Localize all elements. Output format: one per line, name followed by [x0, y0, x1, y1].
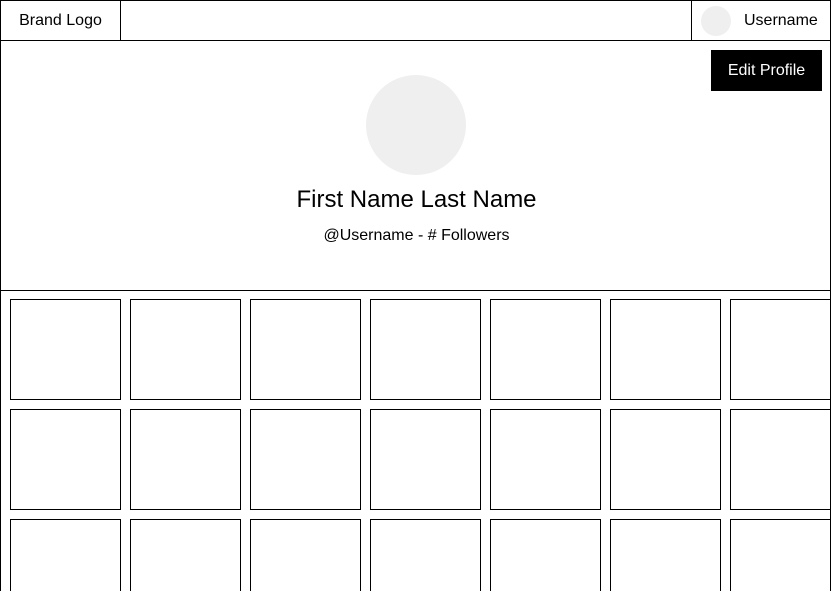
post-thumbnail[interactable] — [730, 519, 830, 591]
post-thumbnail[interactable] — [250, 299, 361, 400]
edit-profile-button[interactable]: Edit Profile — [711, 50, 822, 91]
avatar-small[interactable] — [701, 6, 731, 36]
post-thumbnail[interactable] — [490, 299, 601, 400]
post-thumbnail[interactable] — [10, 409, 121, 510]
post-thumbnail[interactable] — [10, 299, 121, 400]
post-thumbnail[interactable] — [610, 519, 721, 591]
profile-header: Edit Profile First Name Last Name @Usern… — [0, 40, 831, 291]
nav-username[interactable]: Username — [744, 11, 818, 31]
post-thumbnail[interactable] — [130, 299, 241, 400]
post-thumbnail[interactable] — [610, 299, 721, 400]
post-thumbnail[interactable] — [130, 409, 241, 510]
post-thumbnail[interactable] — [490, 409, 601, 510]
post-thumbnail[interactable] — [730, 409, 830, 510]
profile-meta: @Username - # Followers — [323, 227, 510, 244]
post-thumbnail[interactable] — [610, 409, 721, 510]
post-thumbnail[interactable] — [10, 519, 121, 591]
profile-avatar — [366, 75, 466, 175]
post-thumbnail[interactable] — [370, 519, 481, 591]
brand-logo[interactable]: Brand Logo — [1, 1, 121, 40]
post-thumbnail[interactable] — [370, 409, 481, 510]
user-menu[interactable]: Username — [691, 1, 830, 40]
profile-page: Brand Logo Username Edit Profile First N… — [0, 0, 832, 591]
post-thumbnail[interactable] — [490, 519, 601, 591]
post-grid — [0, 290, 831, 591]
post-thumbnail[interactable] — [730, 299, 830, 400]
profile-full-name: First Name Last Name — [296, 186, 537, 213]
post-thumbnail[interactable] — [370, 299, 481, 400]
post-thumbnail[interactable] — [250, 519, 361, 591]
post-thumbnail[interactable] — [250, 409, 361, 510]
top-nav-bar: Brand Logo Username — [0, 0, 831, 41]
post-thumbnail[interactable] — [130, 519, 241, 591]
